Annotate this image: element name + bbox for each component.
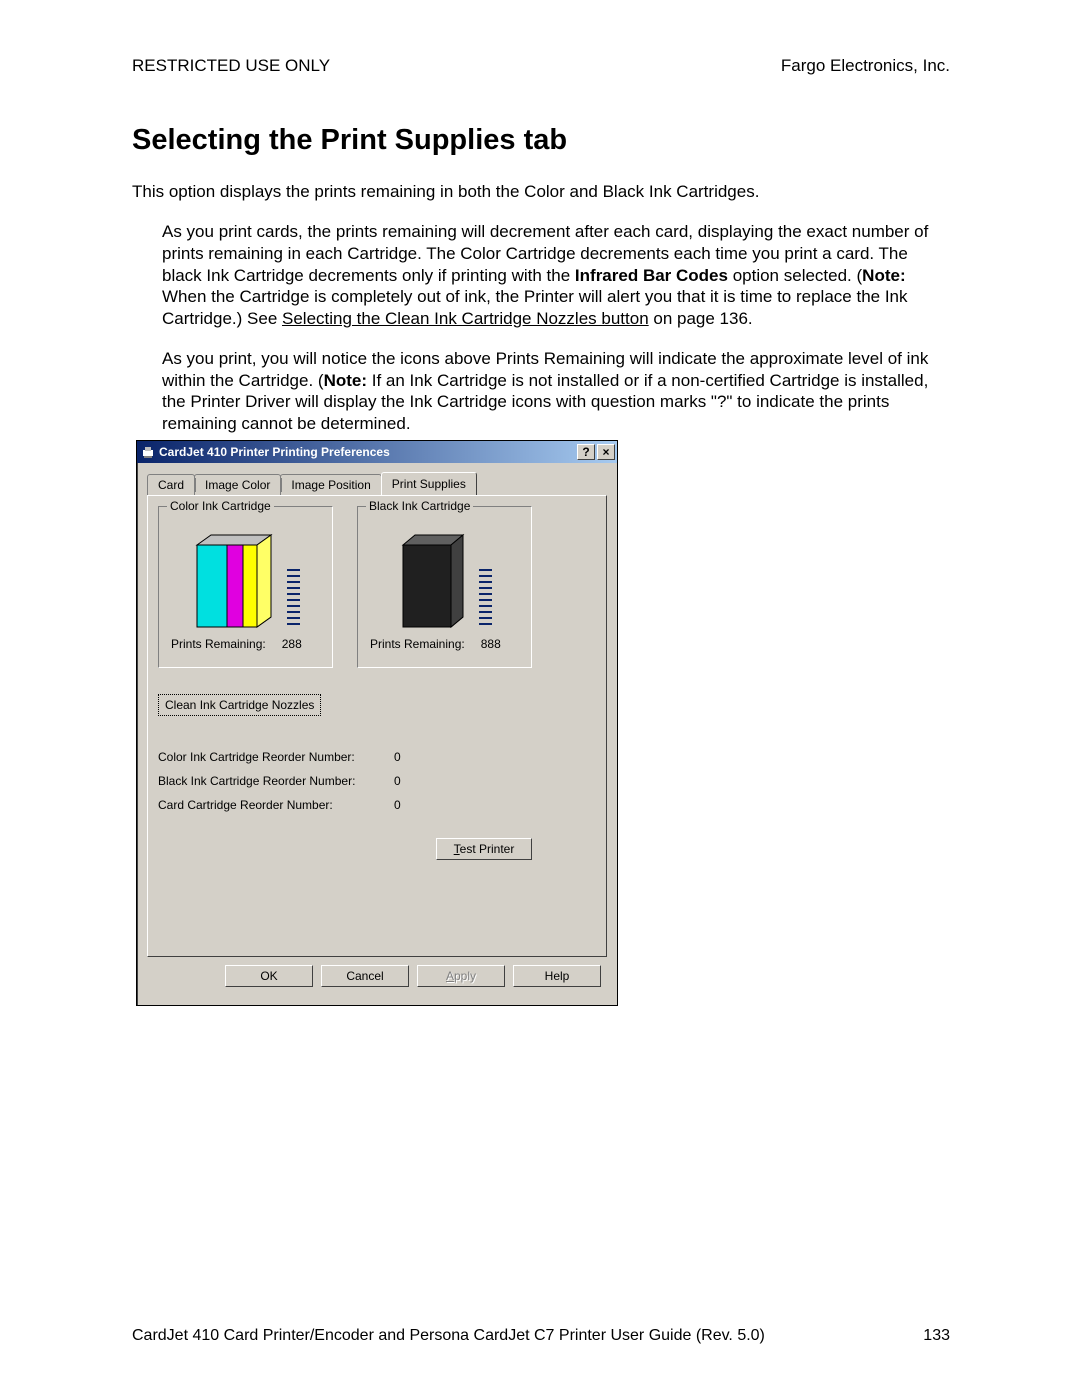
page-number: 133 xyxy=(923,1327,950,1345)
close-button[interactable]: × xyxy=(597,444,615,460)
p1-bold1: Infrared Bar Codes xyxy=(575,266,728,285)
tab-bar: Card Image Color Image Position Print Su… xyxy=(147,473,607,495)
cancel-button[interactable]: Cancel xyxy=(321,965,409,987)
color-prints-label: Prints Remaining: xyxy=(171,637,266,651)
p1-b: option selected. ( xyxy=(728,266,862,285)
p1-bold2: Note: xyxy=(862,266,905,285)
page-title: Selecting the Print Supplies tab xyxy=(132,124,950,157)
p1-link: Selecting the Clean Ink Cartridge Nozzle… xyxy=(282,309,649,328)
footer-text: CardJet 410 Card Printer/Encoder and Per… xyxy=(132,1327,765,1345)
dialog-title: CardJet 410 Printer Printing Preferences xyxy=(159,445,390,459)
black-cartridge-icon xyxy=(397,527,469,631)
black-reorder-value: 0 xyxy=(394,774,401,788)
clean-nozzles-button[interactable]: Clean Ink Cartridge Nozzles xyxy=(158,694,321,716)
black-prints-label: Prints Remaining: xyxy=(370,637,465,651)
color-gauge-icon xyxy=(287,569,300,625)
printer-icon xyxy=(141,445,155,459)
ok-button[interactable]: OK xyxy=(225,965,313,987)
color-reorder-value: 0 xyxy=(394,750,401,764)
header-right: Fargo Electronics, Inc. xyxy=(781,56,950,76)
black-gauge-icon xyxy=(479,569,492,625)
paragraph-2: As you print, you will notice the icons … xyxy=(162,348,950,435)
group-color-cartridge: Color Ink Cartridge xyxy=(158,506,333,668)
card-reorder-label: Card Cartridge Reorder Number: xyxy=(158,798,394,812)
titlebar[interactable]: CardJet 410 Printer Printing Preferences… xyxy=(137,441,617,463)
help-button[interactable]: Help xyxy=(513,965,601,987)
card-reorder-value: 0 xyxy=(394,798,401,812)
black-prints-value: 888 xyxy=(481,637,501,651)
tab-image-color[interactable]: Image Color xyxy=(194,474,281,495)
header-left: RESTRICTED USE ONLY xyxy=(132,56,330,76)
p2-bold: Note: xyxy=(324,371,367,390)
color-reorder-label: Color Ink Cartridge Reorder Number: xyxy=(158,750,394,764)
intro-text: This option displays the prints remainin… xyxy=(132,181,950,203)
color-cartridge-icon xyxy=(191,527,277,631)
printing-preferences-dialog: CardJet 410 Printer Printing Preferences… xyxy=(136,440,618,1006)
context-help-button[interactable]: ? xyxy=(577,444,595,460)
color-legend: Color Ink Cartridge xyxy=(167,499,274,513)
group-black-cartridge: Black Ink Cartridge Prints R xyxy=(357,506,532,668)
test-printer-button[interactable]: TTest Printerest Printer xyxy=(436,838,532,860)
color-prints-value: 288 xyxy=(282,637,302,651)
tab-image-position[interactable]: Image Position xyxy=(280,474,381,495)
black-reorder-label: Black Ink Cartridge Reorder Number: xyxy=(158,774,394,788)
tab-print-supplies[interactable]: Print Supplies xyxy=(381,472,477,495)
apply-button[interactable]: ApplyApply xyxy=(417,965,505,987)
paragraph-1: As you print cards, the prints remaining… xyxy=(162,221,950,330)
print-supplies-panel: Color Ink Cartridge xyxy=(147,495,607,957)
p1-d: on page 136. xyxy=(649,309,753,328)
tab-card[interactable]: Card xyxy=(147,474,195,495)
black-legend: Black Ink Cartridge xyxy=(366,499,473,513)
